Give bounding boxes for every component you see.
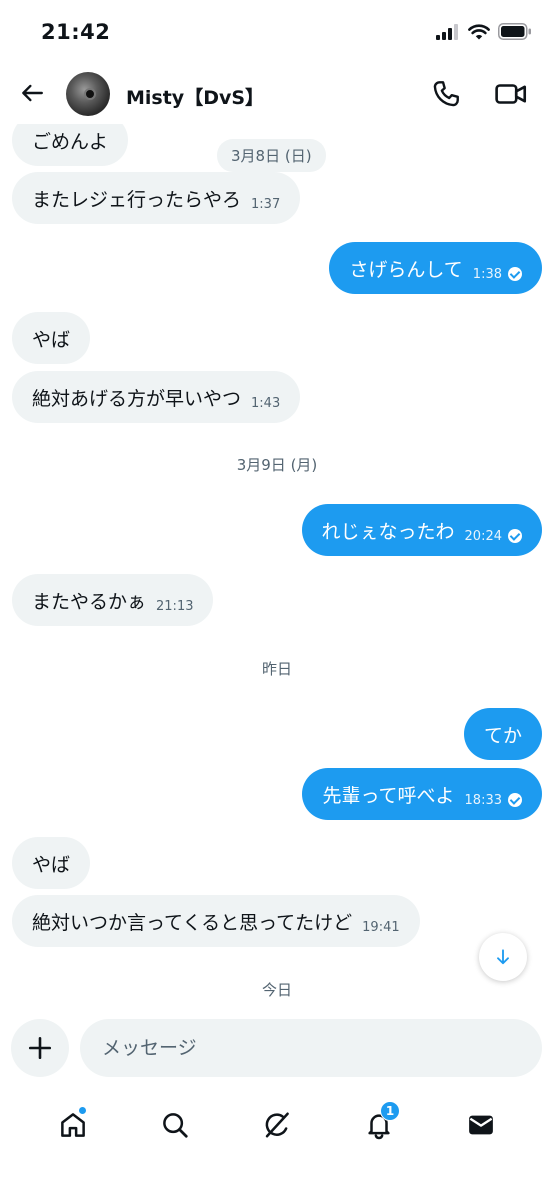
message-text: やば [32,328,71,351]
nav-search[interactable] [153,1103,197,1147]
message-time: 19:41 [362,919,400,935]
status-time: 21:42 [41,20,111,44]
message-bubble-incoming[interactable]: またレジェ行ったらやろ 1:37 [12,172,301,224]
plus-icon [28,1036,52,1060]
home-unread-dot [78,1106,87,1115]
message-bubble-outgoing[interactable]: れじぇなったわ 20:24 [301,504,542,556]
nav-grok[interactable] [255,1103,299,1147]
envelope-icon [469,1115,493,1135]
message-text: またレジェ行ったらやろ [32,188,242,211]
nav-home[interactable] [51,1103,95,1147]
message-text: 絶対あげる方が早いやつ [32,387,242,410]
avatar[interactable] [66,72,110,116]
message-text: 先輩って呼べよ [322,784,455,807]
grok-icon [265,1112,289,1138]
back-button[interactable] [16,77,48,109]
message-time: 21:13 [156,598,194,614]
message-bubble-outgoing[interactable]: 先輩って呼べよ 18:33 [302,768,542,820]
date-separator: 今日 [261,981,292,999]
search-icon [163,1113,188,1138]
bottom-nav: 1 [0,1090,554,1160]
contact-name[interactable]: Misty【DvS】 [126,83,264,110]
message-bubble-outgoing[interactable]: てか [463,708,542,760]
message-text: てか [483,724,522,747]
cellular-signal-icon [436,23,458,40]
message-composer [0,1016,554,1082]
message-text: またやるかぁ [32,590,147,613]
date-separator: 3月9日 (月) [236,456,318,474]
status-bar: 21:42 [0,0,554,62]
add-attachment-button[interactable] [11,1019,69,1077]
status-icons [436,23,532,40]
message-time: 1:43 [251,395,281,411]
message-time: 18:33 [464,792,502,808]
phone-icon [433,81,459,107]
read-check-icon [508,267,522,281]
message-text: さげらんして [349,258,463,281]
message-text: れじぇなったわ [321,520,455,543]
message-bubble-incoming[interactable]: ごめんよ [12,124,129,166]
message-text: 絶対いつか言ってくると思ってたけど [32,911,353,934]
arrow-down-icon [497,949,509,965]
message-bubble-incoming[interactable]: やば [12,312,91,364]
conversation-header: Misty【DvS】 [0,62,554,124]
date-separator: 昨日 [261,660,292,678]
read-check-icon [508,529,522,543]
message-text: やば [32,853,71,876]
nav-messages[interactable] [459,1103,503,1147]
message-list[interactable]: ごめんよ 3月8日 (日) またレジェ行ったらやろ 1:37 さげらんして 1:… [0,124,554,1014]
message-time: 1:38 [472,266,502,282]
message-bubble-outgoing[interactable]: さげらんして 1:38 [329,242,542,294]
video-camera-icon [495,84,527,104]
wifi-icon [468,23,490,39]
message-input[interactable] [80,1019,542,1077]
message-time: 1:37 [251,196,281,212]
battery-icon [498,23,531,40]
message-bubble-incoming[interactable]: またやるかぁ 21:13 [12,574,214,626]
read-check-icon [508,793,522,807]
call-button[interactable] [430,78,462,110]
date-separator: 3月8日 (日) [217,139,326,172]
scroll-to-bottom-button[interactable] [479,933,527,981]
message-time: 20:24 [464,528,502,544]
message-bubble-incoming[interactable]: やば [12,837,91,889]
notifications-badge: 1 [380,1101,400,1121]
message-bubble-incoming[interactable]: 絶対あげる方が早いやつ 1:43 [12,371,301,423]
dm-conversation-screen: 21:42 Misty【DvS】 ごめんよ 3月8日 (日) またレジェ行ったら… [0,0,554,1200]
message-text: ごめんよ [32,130,109,153]
back-arrow-icon [22,84,43,102]
message-bubble-incoming[interactable]: 絶対いつか言ってくると思ってたけど 19:41 [12,895,420,947]
video-call-button[interactable] [494,78,528,110]
nav-notifications[interactable]: 1 [357,1101,401,1147]
